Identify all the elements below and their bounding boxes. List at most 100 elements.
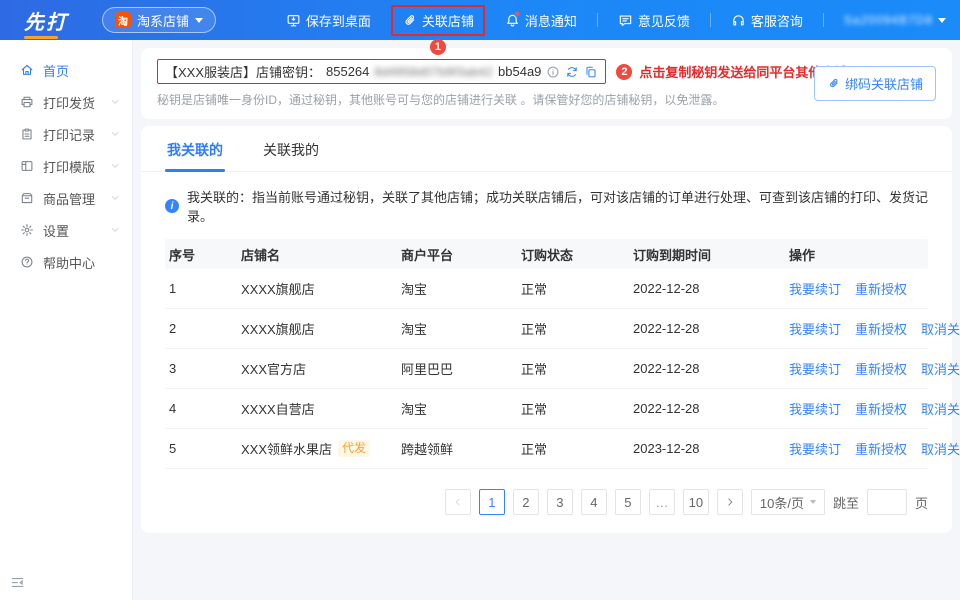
reauthorize-link[interactable]: 重新授权	[855, 359, 907, 378]
user-account-menu[interactable]: Sa20094B7D8	[844, 13, 946, 27]
sidebar-collapse-icon[interactable]	[10, 575, 25, 590]
shop-key-prefix: 【XXX服装店】店铺密钥：	[165, 62, 321, 81]
reauthorize-link[interactable]: 重新授权	[855, 399, 907, 418]
username-masked: Sa20094B7D8	[844, 13, 933, 27]
prev-page-button[interactable]	[445, 489, 471, 515]
headset-icon	[731, 13, 746, 28]
notification-dot	[514, 11, 520, 17]
table-row: 4 XXXX自营店 淘宝 正常 2022-12-28 我要续订 重新授权 取消关…	[165, 389, 928, 429]
cell-status: 正常	[517, 279, 629, 298]
sidebar-item-print-records[interactable]: 打印记录	[0, 118, 132, 150]
renew-link[interactable]: 我要续订	[789, 359, 841, 378]
page-size-value: 10条/页	[760, 493, 804, 512]
info-icon[interactable]	[546, 65, 560, 79]
table-header-row: 序号 店铺名 商户平台 订购状态 订购到期时间 操作	[165, 239, 928, 269]
cell-status: 正常	[517, 399, 629, 418]
sidebar-item-goods[interactable]: 商品管理	[0, 182, 132, 214]
link-shops-label: 关联店铺	[422, 11, 474, 30]
app-window: 先打 淘 淘系店铺 保存到桌面 关联店铺 1 消息通知	[0, 0, 960, 600]
cell-shop: XXXX旗舰店	[237, 319, 397, 338]
cell-platform: 跨越领鲜	[397, 439, 517, 458]
reauthorize-link[interactable]: 重新授权	[855, 279, 907, 298]
unlink-link[interactable]: 取消关联	[921, 319, 960, 338]
cell-status: 正常	[517, 439, 629, 458]
sidebar-item-settings[interactable]: 设置	[0, 214, 132, 246]
renew-link[interactable]: 我要续订	[789, 279, 841, 298]
cell-actions: 我要续订 重新授权 取消关联	[785, 359, 960, 378]
save-to-desktop-button[interactable]: 保存到桌面	[286, 11, 371, 30]
renew-link[interactable]: 我要续订	[789, 319, 841, 338]
help-icon	[20, 255, 34, 269]
chevron-down-icon	[110, 97, 120, 107]
shop-key-start: 855264	[326, 64, 369, 79]
shop-type-selector[interactable]: 淘 淘系店铺	[102, 7, 216, 33]
table-row: 1 XXXX旗舰店 淘宝 正常 2022-12-28 我要续订 重新授权	[165, 269, 928, 309]
page-button-1[interactable]: 1	[479, 489, 505, 515]
consignment-badge: 代发	[338, 440, 370, 457]
home-icon	[20, 63, 34, 77]
refresh-key-icon[interactable]	[565, 65, 579, 79]
cell-expire: 2023-12-28	[629, 441, 785, 456]
table-row: 5 XXX领鲜水果店代发 跨越领鲜 正常 2023-12-28 我要续订 重新授…	[165, 429, 928, 469]
sidebar-item-label: 商品管理	[43, 189, 110, 208]
page-button-5[interactable]: 5	[615, 489, 641, 515]
step-2-badge: 2	[616, 64, 632, 80]
cell-expire: 2022-12-28	[629, 321, 785, 336]
page-button-2[interactable]: 2	[513, 489, 539, 515]
col-header-platform: 商户平台	[397, 245, 517, 264]
jump-page-input[interactable]	[867, 489, 907, 515]
tab-linked-to-me[interactable]: 关联我的	[261, 126, 321, 171]
customer-service-label: 客服咨询	[751, 11, 803, 30]
cell-actions: 我要续订 重新授权	[785, 279, 928, 298]
topbar-actions: 保存到桌面 关联店铺 1 消息通知 意见反馈	[286, 5, 946, 36]
renew-link[interactable]: 我要续订	[789, 399, 841, 418]
linked-shops-card: 我关联的 关联我的 i 我关联的：指当前账号通过秘钥，关联了其他店铺；成功关联店…	[141, 126, 952, 533]
page-button-10[interactable]: 10	[683, 489, 709, 515]
link-icon	[827, 77, 840, 90]
bind-code-link-shop-button[interactable]: 绑码关联店铺	[814, 66, 936, 101]
cell-shop: XXX官方店	[237, 359, 397, 378]
linked-shops-table: 序号 店铺名 商户平台 订购状态 订购到期时间 操作 1 XXXX旗舰店 淘宝 …	[165, 239, 928, 469]
tab-bar: 我关联的 关联我的	[141, 126, 952, 172]
renew-link[interactable]: 我要续订	[789, 439, 841, 458]
col-header-expire: 订购到期时间	[629, 245, 785, 264]
reauthorize-link[interactable]: 重新授权	[855, 439, 907, 458]
sidebar-item-print-ship[interactable]: 打印发货	[0, 86, 132, 118]
page-button-3[interactable]: 3	[547, 489, 573, 515]
page-size-select[interactable]: 10条/页	[751, 489, 825, 515]
sidebar-item-label: 打印模版	[43, 157, 110, 176]
unlink-link[interactable]: 取消关联	[921, 359, 960, 378]
unlink-link[interactable]: 取消关联	[921, 399, 960, 418]
next-page-button[interactable]	[717, 489, 743, 515]
sidebar-item-label: 打印发货	[43, 93, 110, 112]
shop-key-highlight-box: 【XXX服装店】店铺密钥：8552648d4958d07b9f3ab42bb54…	[157, 59, 606, 84]
bind-button-label: 绑码关联店铺	[845, 74, 923, 93]
cell-platform: 淘宝	[397, 399, 517, 418]
customer-service-button[interactable]: 客服咨询	[731, 11, 803, 30]
tab-i-linked[interactable]: 我关联的	[165, 126, 225, 171]
main-content: 【XXX服装店】店铺密钥：8552648d4958d07b9f3ab42bb54…	[133, 40, 960, 600]
reauthorize-link[interactable]: 重新授权	[855, 319, 907, 338]
cell-expire: 2022-12-28	[629, 361, 785, 376]
cell-shop: XXXX自营店	[237, 399, 397, 418]
cell-status: 正常	[517, 319, 629, 338]
cell-shop: XXXX旗舰店	[237, 279, 397, 298]
page-ellipsis[interactable]: …	[649, 489, 675, 515]
sidebar-item-print-templates[interactable]: 打印模版	[0, 150, 132, 182]
col-header-shop: 店铺名	[237, 245, 397, 264]
chevron-down-icon	[110, 193, 120, 203]
gear-icon	[20, 223, 34, 237]
feedback-button[interactable]: 意见反馈	[618, 11, 690, 30]
copy-key-icon[interactable]	[584, 65, 598, 79]
shop-key-masked: 8d4958d07b9f3ab42	[374, 65, 493, 79]
unlink-link[interactable]: 取消关联	[921, 439, 960, 458]
cell-actions: 我要续订 重新授权 取消关联	[785, 399, 960, 418]
sidebar-item-home[interactable]: 首页	[0, 54, 132, 86]
sidebar-item-help[interactable]: 帮助中心	[0, 246, 132, 278]
page-button-4[interactable]: 4	[581, 489, 607, 515]
record-icon	[20, 127, 34, 141]
link-shops-button[interactable]: 关联店铺 1	[391, 5, 485, 36]
notifications-button[interactable]: 消息通知	[505, 11, 577, 30]
divider	[710, 13, 711, 27]
notice-text: 我关联的：指当前账号通过秘钥，关联了其他店铺；成功关联店铺后，可对该店铺的订单进…	[187, 187, 928, 225]
